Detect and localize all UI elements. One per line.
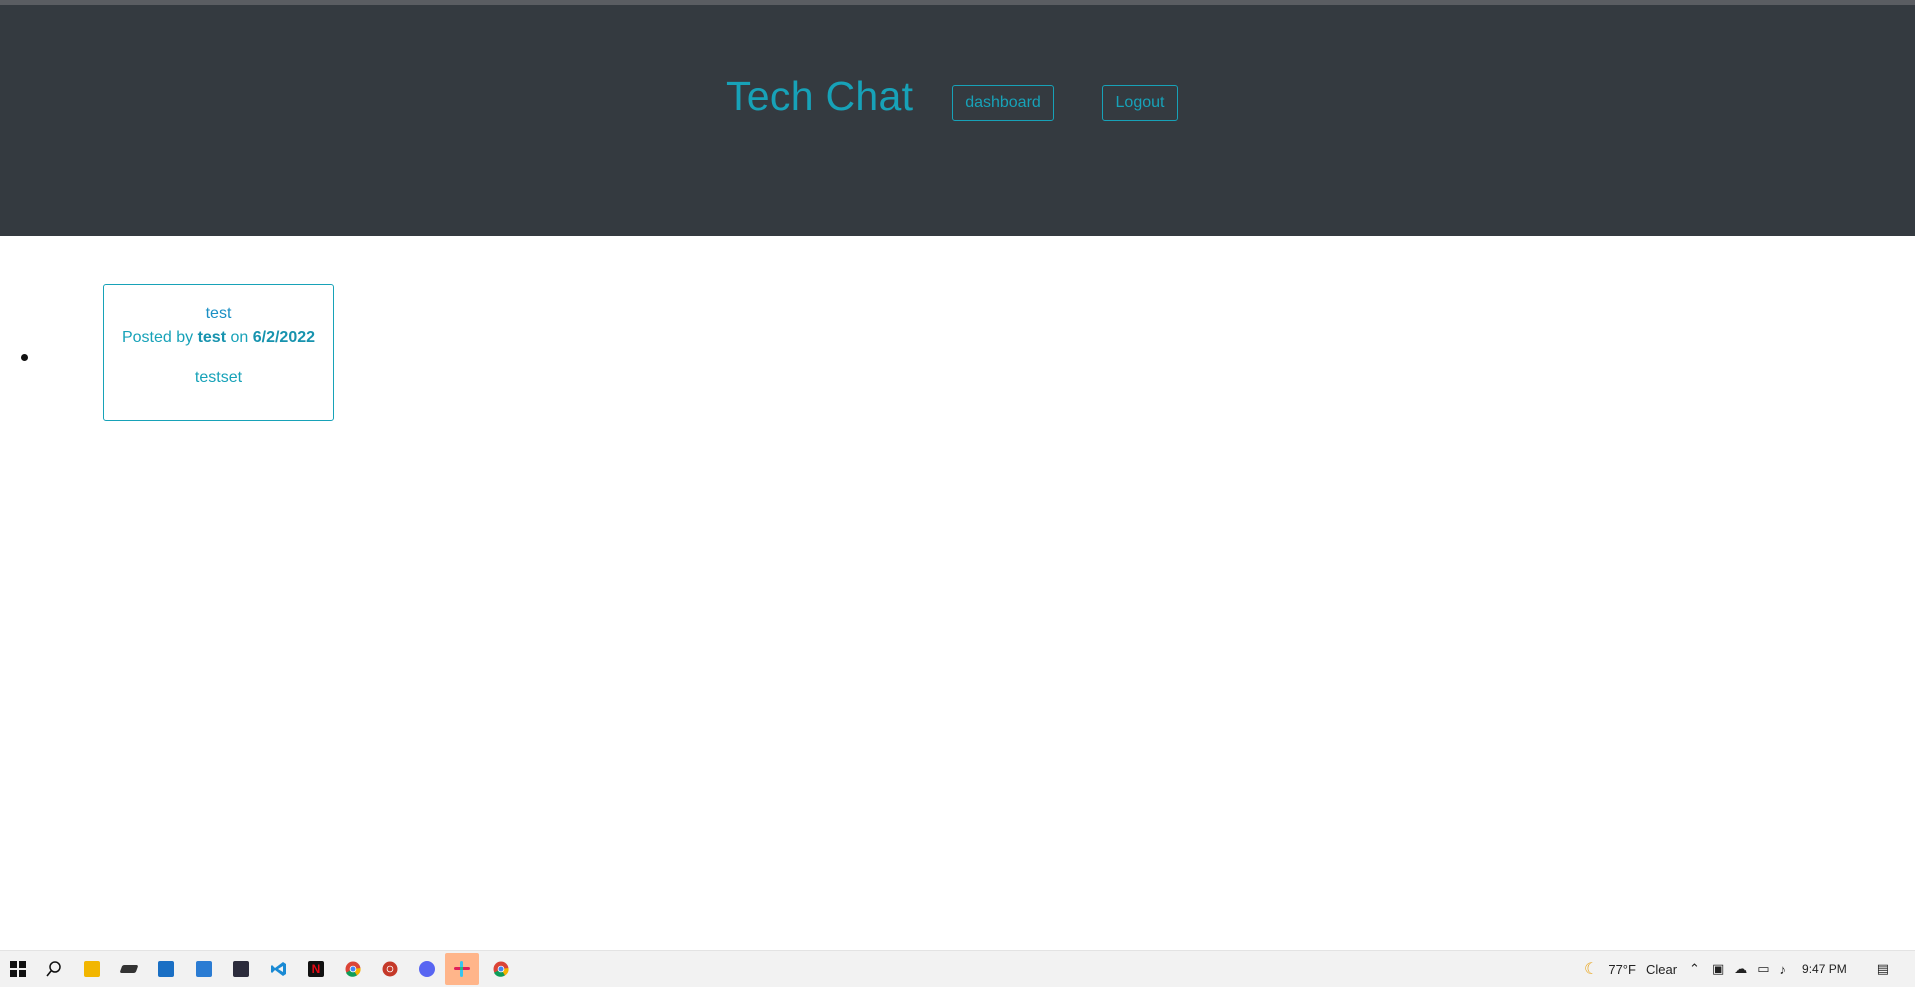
clock[interactable]: 9:47 PM	[1802, 962, 1847, 976]
site-header: Tech Chat dashboard Logout	[0, 5, 1915, 236]
photo-app-icon[interactable]	[229, 957, 253, 981]
file-explorer-icon[interactable]	[80, 957, 104, 981]
weather-temp[interactable]: 77°F	[1608, 962, 1636, 977]
slack-icon[interactable]	[445, 953, 479, 985]
moon-icon[interactable]: ☾	[1584, 959, 1598, 979]
post-author: test	[197, 329, 227, 346]
chevron-up-icon[interactable]: ⌃	[1689, 961, 1700, 977]
system-tray: ☾ 77°F Clear ⌃ ▣ ☁ ▭ ♪ 9:47 PM ▤	[1584, 951, 1889, 987]
on-label: on	[230, 329, 249, 346]
dashboard-button[interactable]: dashboard	[952, 85, 1054, 121]
discord-icon[interactable]	[415, 957, 439, 981]
post-body: testset	[194, 369, 243, 386]
site-brand[interactable]: Tech Chat	[726, 73, 913, 120]
posted-by-label: Posted by	[121, 329, 194, 346]
notifications-icon[interactable]: ▤	[1877, 961, 1889, 977]
volume-icon[interactable]: ♪	[1780, 962, 1787, 977]
meet-icon[interactable]: ▣	[1712, 961, 1724, 977]
list-bullet	[21, 354, 28, 361]
search-icon[interactable]	[42, 957, 66, 981]
logout-button[interactable]: Logout	[1102, 85, 1178, 121]
windows-taskbar: N ☾ 77°F Clear ⌃ ▣ ☁ ▭ ♪ 9:47 PM ▤	[0, 950, 1915, 987]
vscode-icon[interactable]	[267, 957, 291, 981]
post-meta: Posted by test on 6/2/2022	[104, 329, 333, 347]
chrome-alt-icon[interactable]	[489, 957, 513, 981]
store-icon[interactable]	[154, 957, 178, 981]
windows-start-icon[interactable]	[6, 957, 30, 981]
post-card[interactable]: test Posted by test on 6/2/2022 testset	[103, 284, 334, 421]
app-dark-icon[interactable]	[117, 957, 141, 981]
network-icon[interactable]: ▭	[1757, 961, 1769, 977]
cloud-icon[interactable]: ☁	[1734, 961, 1747, 977]
chrome-red-icon[interactable]	[378, 957, 402, 981]
netflix-icon[interactable]: N	[304, 957, 328, 981]
mail-icon[interactable]	[192, 957, 216, 981]
post-title[interactable]: test	[104, 305, 333, 323]
weather-text[interactable]: Clear	[1646, 962, 1677, 977]
post-date: 6/2/2022	[252, 329, 316, 346]
chrome-icon[interactable]	[341, 957, 365, 981]
